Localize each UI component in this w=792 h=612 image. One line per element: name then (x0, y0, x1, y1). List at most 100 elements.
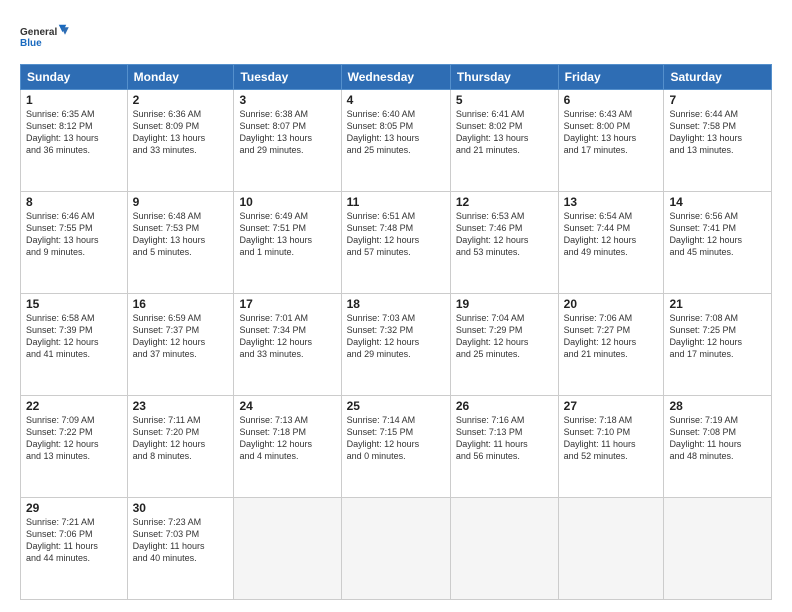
logo-svg: General Blue (20, 16, 70, 56)
day-number: 20 (564, 297, 659, 311)
calendar-cell: 23Sunrise: 7:11 AMSunset: 7:20 PMDayligh… (127, 396, 234, 498)
day-number: 25 (347, 399, 445, 413)
day-info: Sunrise: 6:59 AMSunset: 7:37 PMDaylight:… (133, 312, 229, 361)
calendar-cell: 28Sunrise: 7:19 AMSunset: 7:08 PMDayligh… (664, 396, 772, 498)
calendar-cell: 9Sunrise: 6:48 AMSunset: 7:53 PMDaylight… (127, 192, 234, 294)
calendar-cell: 21Sunrise: 7:08 AMSunset: 7:25 PMDayligh… (664, 294, 772, 396)
calendar-cell: 14Sunrise: 6:56 AMSunset: 7:41 PMDayligh… (664, 192, 772, 294)
day-number: 7 (669, 93, 766, 107)
calendar-cell: 24Sunrise: 7:13 AMSunset: 7:18 PMDayligh… (234, 396, 341, 498)
calendar-cell: 20Sunrise: 7:06 AMSunset: 7:27 PMDayligh… (558, 294, 664, 396)
svg-text:General: General (20, 27, 57, 38)
calendar-cell: 2Sunrise: 6:36 AMSunset: 8:09 PMDaylight… (127, 90, 234, 192)
day-info: Sunrise: 6:58 AMSunset: 7:39 PMDaylight:… (26, 312, 122, 361)
day-info: Sunrise: 7:09 AMSunset: 7:22 PMDaylight:… (26, 414, 122, 463)
col-header-wednesday: Wednesday (341, 65, 450, 90)
col-header-sunday: Sunday (21, 65, 128, 90)
day-info: Sunrise: 6:54 AMSunset: 7:44 PMDaylight:… (564, 210, 659, 259)
day-info: Sunrise: 6:48 AMSunset: 7:53 PMDaylight:… (133, 210, 229, 259)
day-number: 4 (347, 93, 445, 107)
day-number: 11 (347, 195, 445, 209)
calendar-cell: 4Sunrise: 6:40 AMSunset: 8:05 PMDaylight… (341, 90, 450, 192)
day-number: 5 (456, 93, 553, 107)
day-info: Sunrise: 7:06 AMSunset: 7:27 PMDaylight:… (564, 312, 659, 361)
day-info: Sunrise: 7:16 AMSunset: 7:13 PMDaylight:… (456, 414, 553, 463)
calendar-cell: 19Sunrise: 7:04 AMSunset: 7:29 PMDayligh… (450, 294, 558, 396)
day-number: 2 (133, 93, 229, 107)
day-info: Sunrise: 7:03 AMSunset: 7:32 PMDaylight:… (347, 312, 445, 361)
day-number: 8 (26, 195, 122, 209)
day-number: 19 (456, 297, 553, 311)
day-info: Sunrise: 6:46 AMSunset: 7:55 PMDaylight:… (26, 210, 122, 259)
calendar-cell: 6Sunrise: 6:43 AMSunset: 8:00 PMDaylight… (558, 90, 664, 192)
day-info: Sunrise: 6:40 AMSunset: 8:05 PMDaylight:… (347, 108, 445, 157)
day-info: Sunrise: 7:11 AMSunset: 7:20 PMDaylight:… (133, 414, 229, 463)
day-info: Sunrise: 7:19 AMSunset: 7:08 PMDaylight:… (669, 414, 766, 463)
day-number: 30 (133, 501, 229, 515)
day-number: 10 (239, 195, 335, 209)
calendar-cell (341, 498, 450, 600)
calendar-cell (558, 498, 664, 600)
col-header-thursday: Thursday (450, 65, 558, 90)
day-info: Sunrise: 7:13 AMSunset: 7:18 PMDaylight:… (239, 414, 335, 463)
calendar-cell: 12Sunrise: 6:53 AMSunset: 7:46 PMDayligh… (450, 192, 558, 294)
calendar-cell: 3Sunrise: 6:38 AMSunset: 8:07 PMDaylight… (234, 90, 341, 192)
day-info: Sunrise: 7:23 AMSunset: 7:03 PMDaylight:… (133, 516, 229, 565)
calendar-cell: 30Sunrise: 7:23 AMSunset: 7:03 PMDayligh… (127, 498, 234, 600)
day-number: 17 (239, 297, 335, 311)
calendar-cell: 7Sunrise: 6:44 AMSunset: 7:58 PMDaylight… (664, 90, 772, 192)
day-info: Sunrise: 6:35 AMSunset: 8:12 PMDaylight:… (26, 108, 122, 157)
calendar-cell (450, 498, 558, 600)
calendar-cell: 15Sunrise: 6:58 AMSunset: 7:39 PMDayligh… (21, 294, 128, 396)
day-number: 23 (133, 399, 229, 413)
col-header-tuesday: Tuesday (234, 65, 341, 90)
day-info: Sunrise: 6:43 AMSunset: 8:00 PMDaylight:… (564, 108, 659, 157)
day-info: Sunrise: 7:14 AMSunset: 7:15 PMDaylight:… (347, 414, 445, 463)
day-number: 21 (669, 297, 766, 311)
calendar-cell: 27Sunrise: 7:18 AMSunset: 7:10 PMDayligh… (558, 396, 664, 498)
col-header-friday: Friday (558, 65, 664, 90)
day-info: Sunrise: 6:36 AMSunset: 8:09 PMDaylight:… (133, 108, 229, 157)
day-number: 24 (239, 399, 335, 413)
day-number: 16 (133, 297, 229, 311)
day-number: 3 (239, 93, 335, 107)
day-number: 28 (669, 399, 766, 413)
day-info: Sunrise: 6:41 AMSunset: 8:02 PMDaylight:… (456, 108, 553, 157)
day-number: 13 (564, 195, 659, 209)
logo: General Blue (20, 16, 70, 56)
day-number: 27 (564, 399, 659, 413)
day-number: 15 (26, 297, 122, 311)
calendar-cell (664, 498, 772, 600)
day-info: Sunrise: 6:49 AMSunset: 7:51 PMDaylight:… (239, 210, 335, 259)
calendar-cell: 18Sunrise: 7:03 AMSunset: 7:32 PMDayligh… (341, 294, 450, 396)
day-number: 26 (456, 399, 553, 413)
calendar-cell: 17Sunrise: 7:01 AMSunset: 7:34 PMDayligh… (234, 294, 341, 396)
calendar-cell: 8Sunrise: 6:46 AMSunset: 7:55 PMDaylight… (21, 192, 128, 294)
day-number: 1 (26, 93, 122, 107)
day-number: 14 (669, 195, 766, 209)
day-number: 29 (26, 501, 122, 515)
calendar-cell: 25Sunrise: 7:14 AMSunset: 7:15 PMDayligh… (341, 396, 450, 498)
calendar-cell: 10Sunrise: 6:49 AMSunset: 7:51 PMDayligh… (234, 192, 341, 294)
day-info: Sunrise: 6:53 AMSunset: 7:46 PMDaylight:… (456, 210, 553, 259)
calendar-cell: 11Sunrise: 6:51 AMSunset: 7:48 PMDayligh… (341, 192, 450, 294)
calendar-cell: 1Sunrise: 6:35 AMSunset: 8:12 PMDaylight… (21, 90, 128, 192)
day-info: Sunrise: 7:18 AMSunset: 7:10 PMDaylight:… (564, 414, 659, 463)
day-number: 12 (456, 195, 553, 209)
calendar-cell: 5Sunrise: 6:41 AMSunset: 8:02 PMDaylight… (450, 90, 558, 192)
calendar-table: SundayMondayTuesdayWednesdayThursdayFrid… (20, 64, 772, 600)
day-info: Sunrise: 6:56 AMSunset: 7:41 PMDaylight:… (669, 210, 766, 259)
col-header-saturday: Saturday (664, 65, 772, 90)
day-info: Sunrise: 6:44 AMSunset: 7:58 PMDaylight:… (669, 108, 766, 157)
day-number: 9 (133, 195, 229, 209)
calendar-cell: 26Sunrise: 7:16 AMSunset: 7:13 PMDayligh… (450, 396, 558, 498)
day-info: Sunrise: 6:51 AMSunset: 7:48 PMDaylight:… (347, 210, 445, 259)
calendar-cell: 16Sunrise: 6:59 AMSunset: 7:37 PMDayligh… (127, 294, 234, 396)
calendar-cell: 29Sunrise: 7:21 AMSunset: 7:06 PMDayligh… (21, 498, 128, 600)
day-info: Sunrise: 6:38 AMSunset: 8:07 PMDaylight:… (239, 108, 335, 157)
day-number: 22 (26, 399, 122, 413)
calendar-cell: 13Sunrise: 6:54 AMSunset: 7:44 PMDayligh… (558, 192, 664, 294)
col-header-monday: Monday (127, 65, 234, 90)
day-info: Sunrise: 7:01 AMSunset: 7:34 PMDaylight:… (239, 312, 335, 361)
day-info: Sunrise: 7:21 AMSunset: 7:06 PMDaylight:… (26, 516, 122, 565)
